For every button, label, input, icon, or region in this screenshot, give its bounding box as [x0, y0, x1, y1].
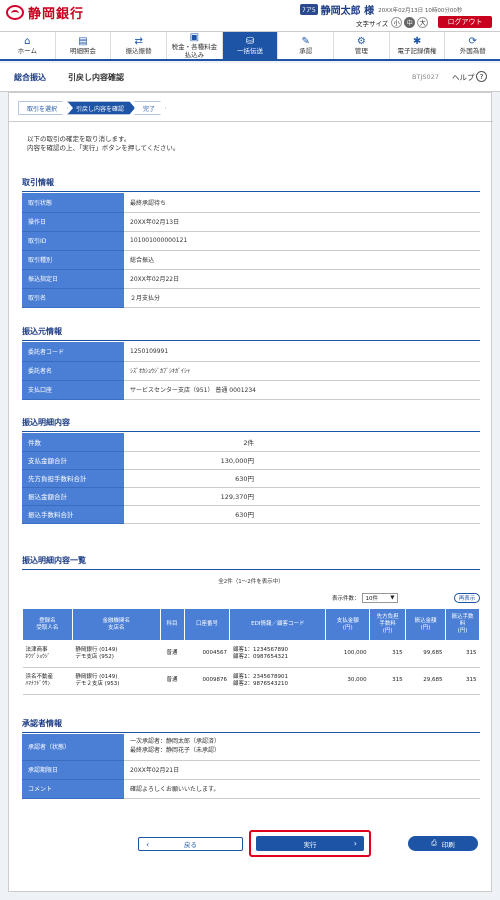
approver-info-table: 承認者（状態） 一次承認者：静岡太郎（承認済） 最終承認者：静岡花子（未承認） 承… [22, 734, 480, 799]
logout-button[interactable]: ログアウト [438, 16, 492, 28]
detail-list-table: 登録名 受取人名 金融機関名 支店名 科目 口座番号 EDI情報／顧客コード 支… [22, 608, 480, 695]
chevron-right-icon: › [353, 839, 357, 848]
table-row: 振込指定日 20XX年02月22日 [22, 269, 480, 289]
help-icon[interactable]: ? [476, 71, 487, 82]
nav-forex[interactable]: ⟳ 外国為替 [445, 32, 500, 59]
section-title-source: 振込元情報 [22, 326, 480, 341]
redisplay-button[interactable]: 再表示 [454, 593, 480, 603]
step-complete: 完了 [134, 101, 166, 115]
user-name: 静岡太郎 様 [320, 6, 375, 17]
nav-admin[interactable]: ⚙ 管理 [334, 32, 390, 59]
table-row: 委託者コード 1250109991 [22, 342, 480, 362]
divider [9, 121, 493, 122]
table-row: 件数 2件 [22, 433, 480, 452]
section-title-detail-list: 振込明細内容一覧 [22, 555, 480, 570]
per-page-control: 表示件数： 10件 ▼ [332, 593, 398, 603]
section-title-transaction: 取引情報 [22, 177, 480, 192]
table-row: 法津商事 ﾎｳﾂﾞｼｮｳｼﾞ 静岡銀行 (0149) デモ支店 (952) 普通… [22, 640, 480, 668]
home-icon: ⌂ [24, 35, 31, 47]
section-title-approver: 承認者情報 [22, 718, 480, 733]
global-nav: ⌂ ホーム ▤ 明細照会 ⇄ 振込振替 ▣ 税金・各種料金 払込み ⛁ 一括伝送 ✎ 承認 … [0, 31, 500, 61]
table-row: 浜名不動産 ﾊﾏﾅﾌﾄﾞｳｻﾝ 静岡銀行 (0149) デモ２支店 (953) … [22, 667, 480, 695]
font-size-label: 文字サイズ [356, 19, 389, 28]
nav-bulk-transmission[interactable]: ⛁ 一括伝送 [222, 32, 279, 59]
chevron-left-icon: ‹ [146, 839, 150, 849]
nav-e-receivable[interactable]: ✱ 電子記録債権 [390, 32, 446, 59]
print-button[interactable]: ⎙ 印刷 [408, 836, 478, 851]
per-page-select[interactable]: 10件 ▼ [361, 593, 398, 603]
breadcrumb-category: 総合振込 [14, 73, 46, 82]
summary-table: 件数 2件 支払金額合計 130,000円 先方負担手数料合計 630円 振込金額合計… [22, 433, 480, 524]
e-receivable-icon: ✱ [412, 35, 422, 47]
admin-icon: ⚙ [356, 35, 366, 47]
table-row: 取引ID 101001000000121 [22, 231, 480, 251]
table-row: 支払口座 サービスセンター支店（951） 普通 0001234 [22, 380, 480, 400]
nav-home[interactable]: ⌂ ホーム [0, 32, 56, 59]
last-login-time: 20XX年02月13日 10時00分00秒 [378, 7, 463, 14]
font-size-large-button[interactable]: 大 [417, 17, 429, 28]
bulk-transmission-icon: ⛁ [245, 35, 255, 47]
tax-payment-icon: ▣ [189, 32, 200, 44]
table-row: コメント 確認よろしくお願いいたします。 [22, 779, 480, 799]
result-count: 全2件（1～2件を表示中） [218, 579, 284, 585]
step-select: 取引を選択 [18, 101, 68, 115]
table-row: 取引種別 総合振込 [22, 250, 480, 270]
table-row: 委託者名 ｼｽﾞｵｶｼｮｳｼﾞｶﾌﾞｼｷｶﾞｲｼｬ [22, 361, 480, 381]
forex-icon: ⟳ [468, 35, 477, 47]
page-title: 引戻し内容確認 [68, 73, 124, 82]
table-row: 取引状態 最終承認待ち [22, 193, 480, 213]
table-row: 操作日 20XX年02月13日 [22, 212, 480, 232]
screen-code: BTJS027 [412, 73, 439, 81]
table-row: 振込金額合計 129,370円 [22, 487, 480, 506]
table-row: 支払金額合計 130,000円 [22, 451, 480, 470]
table-row: 承認者（状態） 一次承認者：静岡太郎（承認済） 最終承認者：静岡花子（未承認） [22, 734, 480, 761]
statement-icon: ▤ [78, 35, 88, 47]
execute-button[interactable]: 実行 › [256, 836, 364, 851]
printer-icon: ⎙ [431, 839, 437, 847]
per-page-label: 表示件数： [332, 596, 360, 602]
nav-approval[interactable]: ✎ 承認 [278, 32, 335, 59]
instructions: 以下の取引の確定を取り消します。 内容を確認の上、「実行」ボタンを押してください… [27, 135, 180, 153]
font-size-selector: 文字サイズ 小 中 大 [356, 17, 430, 28]
source-info-table: 委託者コード 1250109991 委託者名 ｼｽﾞｵｶｼｮｳｼﾞｶﾌﾞｼｷｶﾞｲｼ… [22, 342, 480, 400]
table-row: 振込手数料合計 630円 [22, 505, 480, 524]
main-content: 取引を選択 引戻し内容を確認 完了 以下の取引の確定を取り消します。 内容を確認… [8, 92, 493, 892]
user-info: 7ア5 静岡太郎 様 20XX年02月13日 10時00分00秒 [300, 2, 462, 17]
table-row: 先方負担手数料合計 630円 [22, 469, 480, 488]
user-id-badge: 7ア5 [300, 4, 318, 15]
font-size-medium-button[interactable]: 中 [404, 17, 416, 28]
chevron-down-icon: ▼ [390, 595, 395, 601]
header: 静岡銀行 7ア5 静岡太郎 様 20XX年02月13日 10時00分00秒 文字… [0, 0, 500, 31]
font-size-small-button[interactable]: 小 [391, 17, 403, 28]
page-title-bar: 総合振込 引戻し内容確認 BTJS027 ヘルプ ? [0, 63, 500, 92]
nav-tax-payment[interactable]: ▣ 税金・各種料金 払込み [167, 32, 223, 59]
back-button[interactable]: ‹ 戻る [138, 837, 243, 851]
bank-logo-icon [6, 5, 24, 20]
transaction-info-table: 取引状態 最終承認待ち 操作日 20XX年02月13日 取引ID 1010010000… [22, 193, 480, 308]
table-row: 取引名 ２月支払分 [22, 288, 480, 308]
nav-statement[interactable]: ▤ 明細照会 [56, 32, 112, 59]
progress-steps: 取引を選択 引戻し内容を確認 完了 [18, 101, 165, 115]
section-title-summary: 振込明細内容 [22, 417, 480, 432]
transfer-icon: ⇄ [134, 35, 143, 47]
help-link[interactable]: ヘルプ [452, 72, 475, 83]
nav-transfer[interactable]: ⇄ 振込振替 [111, 32, 168, 59]
execute-button-highlight: 実行 › [249, 830, 371, 857]
table-row: 承認期限日 20XX年02月21日 [22, 760, 480, 780]
bank-logo-text: 静岡銀行 [28, 7, 85, 22]
table-header-row: 登録名 受取人名 金融機関名 支店名 科目 口座番号 EDI情報／顧客コード 支… [22, 608, 480, 641]
approval-icon: ✎ [301, 35, 310, 47]
step-confirm: 引戻し内容を確認 [67, 101, 135, 115]
bank-logo[interactable]: 静岡銀行 [6, 3, 84, 22]
